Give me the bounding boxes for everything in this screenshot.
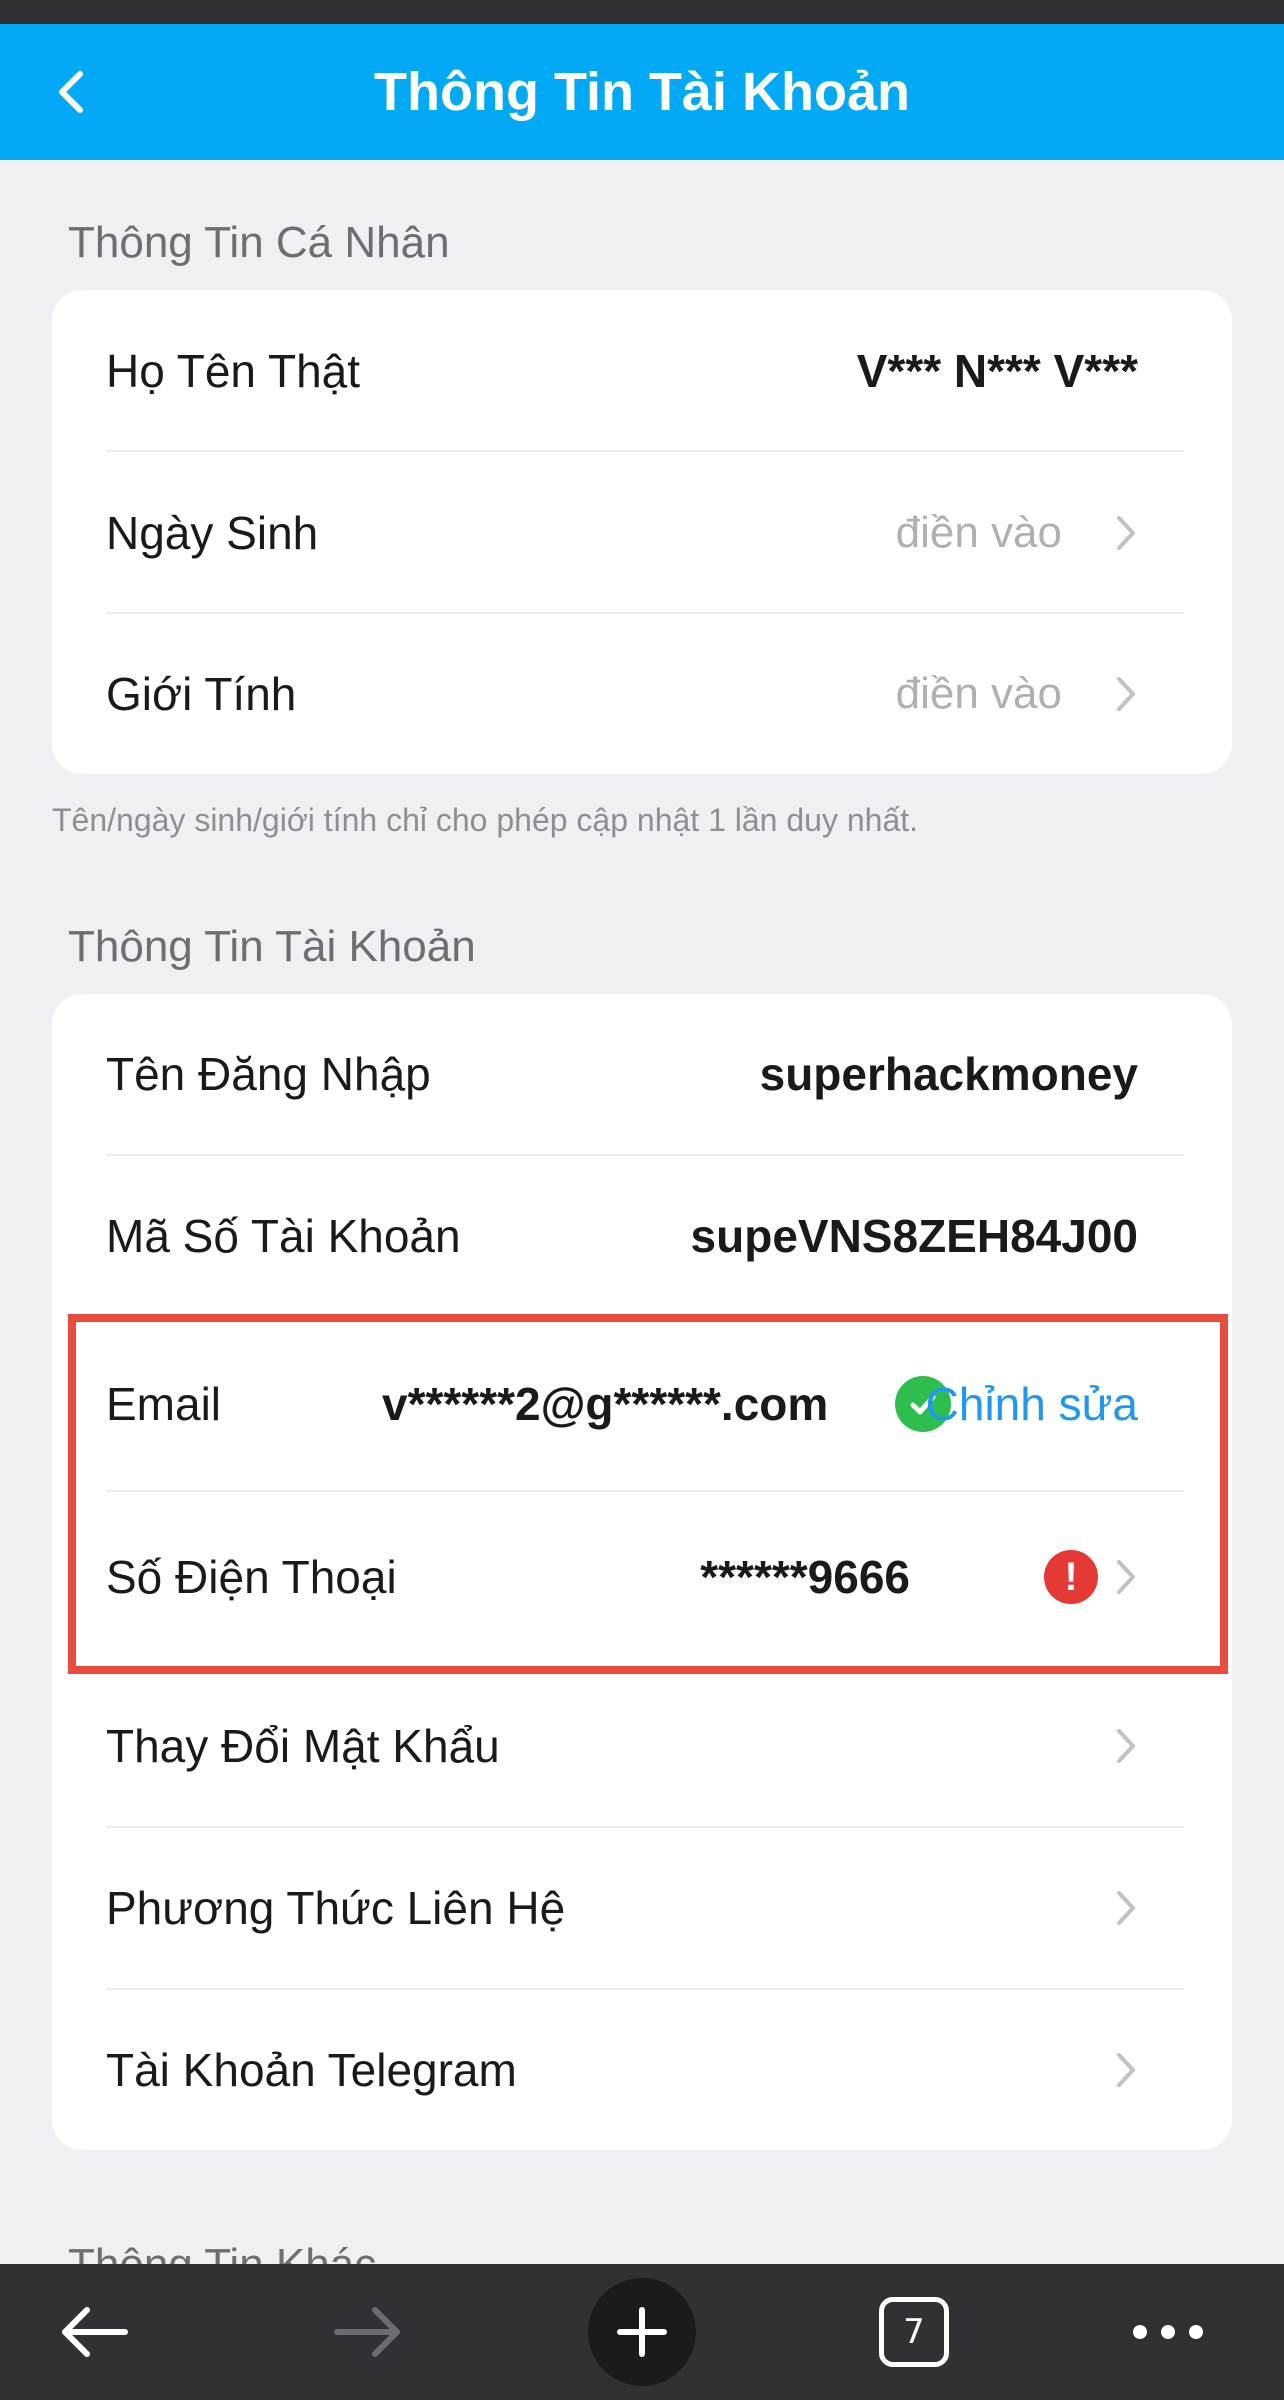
browser-toolbar: 7 [0, 2264, 1284, 2400]
row-full-name: Họ Tên Thật V*** N*** V*** [52, 290, 1232, 452]
full-name-label: Họ Tên Thật [106, 345, 361, 397]
row-change-password[interactable]: Thay Đổi Mật Khẩu [52, 1666, 1232, 1826]
chevron-right-icon [1110, 2046, 1142, 2094]
app-header: Thông Tin Tài Khoản [0, 24, 1284, 160]
birthday-placeholder: điền vào [895, 508, 1062, 557]
row-contact-method[interactable]: Phương Thức Liên Hệ [52, 1828, 1232, 1988]
personal-info-card: Họ Tên Thật V*** N*** V*** Ngày Sinh điề… [52, 290, 1232, 774]
row-telegram[interactable]: Tài Khoản Telegram [52, 1990, 1232, 2150]
status-bar [0, 0, 1284, 24]
gender-placeholder: điền vào [895, 669, 1062, 718]
new-tab-button[interactable] [588, 2264, 696, 2400]
username-value: superhackmoney [759, 1048, 1138, 1100]
browser-back-button[interactable] [40, 2264, 150, 2400]
chevron-right-icon [1110, 1884, 1142, 1932]
chevron-right-icon [1110, 670, 1142, 718]
arrow-left-icon [62, 2307, 128, 2357]
update-note: Tên/ngày sinh/giới tính chỉ cho phép cập… [52, 802, 919, 838]
browser-forward-button[interactable] [312, 2264, 422, 2400]
row-username: Tên Đăng Nhập superhackmoney [52, 994, 1232, 1154]
gender-label: Giới Tính [106, 668, 297, 720]
plus-icon [588, 2278, 696, 2386]
account-id-value: supeVNS8ZEH84J00 [690, 1210, 1138, 1262]
row-account-id: Mã Số Tài Khoản supeVNS8ZEH84J00 [52, 1156, 1232, 1316]
page-title: Thông Tin Tài Khoản [374, 62, 910, 122]
more-dots-icon [1133, 2325, 1203, 2339]
full-name-value: V*** N*** V*** [856, 345, 1138, 397]
chevron-right-icon [1110, 1722, 1142, 1770]
change-password-label: Thay Đổi Mật Khẩu [106, 1720, 500, 1772]
account-id-label: Mã Số Tài Khoản [106, 1210, 461, 1262]
section-title-account: Thông Tin Tài Khoản [68, 922, 476, 971]
telegram-label: Tài Khoản Telegram [106, 2044, 517, 2096]
row-birthday[interactable]: Ngày Sinh điền vào [52, 452, 1232, 614]
chevron-right-icon [1110, 509, 1142, 557]
highlight-box [68, 1314, 1228, 1674]
username-label: Tên Đăng Nhập [106, 1048, 431, 1100]
arrow-right-icon [334, 2307, 400, 2357]
more-menu-button[interactable] [1118, 2264, 1218, 2400]
tab-count: 7 [879, 2297, 949, 2367]
contact-method-label: Phương Thức Liên Hệ [106, 1882, 566, 1934]
row-gender[interactable]: Giới Tính điền vào [52, 614, 1232, 774]
section-title-personal: Thông Tin Cá Nhân [68, 218, 450, 267]
birthday-label: Ngày Sinh [106, 507, 319, 559]
tabs-button[interactable]: 7 [868, 2264, 960, 2400]
